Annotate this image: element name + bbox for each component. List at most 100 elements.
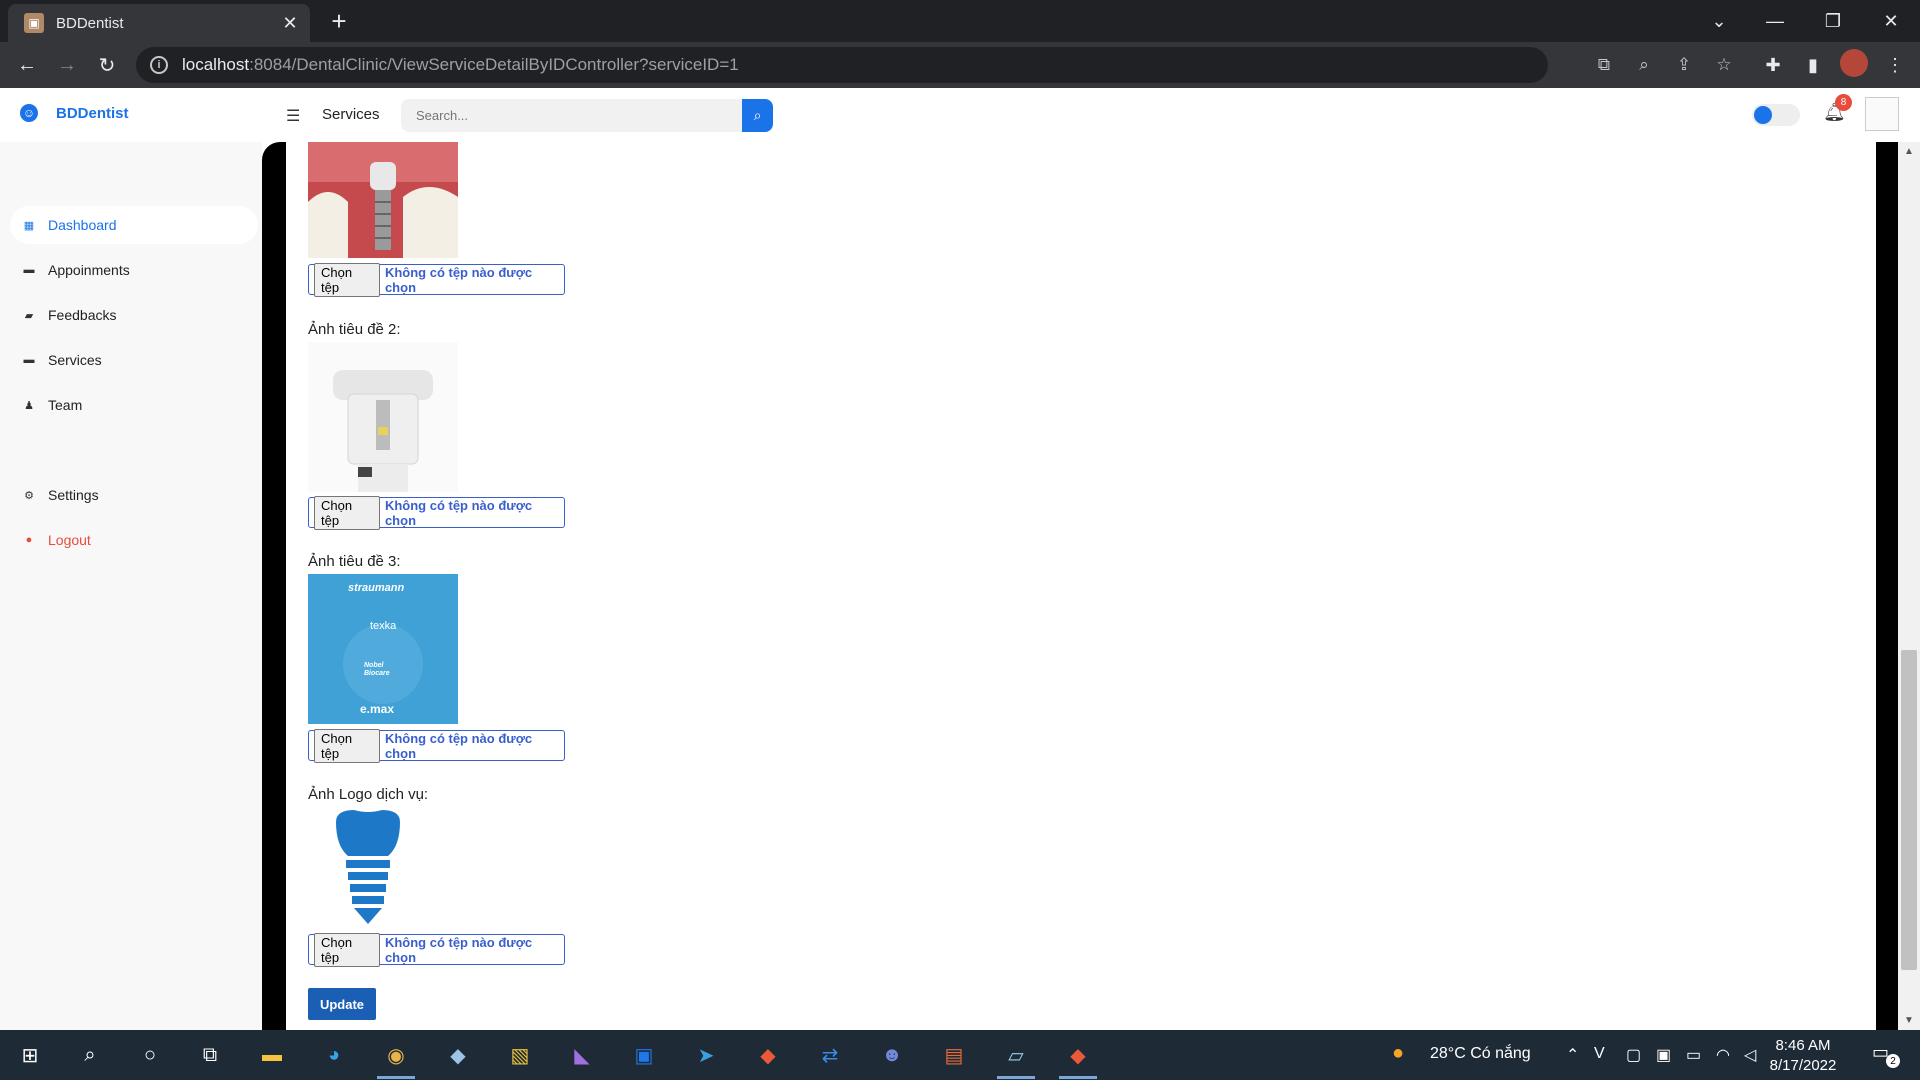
update-button[interactable]: Update	[308, 988, 376, 1020]
sidebar-item-services[interactable]: ▬ Services	[10, 341, 258, 379]
teamviewer-icon[interactable]: ⇄	[814, 1039, 846, 1071]
briefcase-icon: ▬	[23, 354, 35, 366]
site-info-icon[interactable]: i	[150, 56, 168, 74]
address-bar[interactable]: i localhost:8084/DentalClinic/ViewServic…	[136, 47, 1732, 83]
image3-file-input[interactable]: Chọn tệp Không có tệp nào được chọn	[308, 728, 565, 763]
bookmark-star-icon[interactable]: ☆	[1712, 53, 1736, 77]
page-scrollbar[interactable]: ▲ ▼	[1898, 142, 1920, 1030]
choose-file-button[interactable]: Chọn tệp	[314, 932, 380, 967]
task-view-icon[interactable]: ⧉	[194, 1039, 226, 1071]
translate-icon[interactable]: ⧉	[1592, 53, 1616, 77]
close-window-button[interactable]: ✕	[1868, 0, 1914, 42]
tray-chevron-icon[interactable]: ⌃	[1566, 1045, 1579, 1065]
url-path: :8084/DentalClinic/ViewServiceDetailByID…	[249, 55, 739, 74]
visual-studio-icon[interactable]: ◣	[566, 1039, 598, 1071]
share-icon[interactable]: ⇪	[1672, 53, 1696, 77]
clock-time: 8:46 AM	[1775, 1037, 1831, 1054]
zoom-icon[interactable]: ⌕	[1632, 53, 1656, 77]
windows-start-icon[interactable]: ⊞	[14, 1039, 46, 1071]
sidebar-item-feedbacks[interactable]: ▰ Feedbacks	[10, 296, 258, 334]
app-header: ☺ BDDentist ☰ Services ⌕ 🔔︎ 8	[0, 88, 1920, 142]
back-icon[interactable]: ←	[12, 50, 42, 80]
git-icon[interactable]: ◆	[752, 1039, 784, 1071]
search-button[interactable]: ⌕	[742, 99, 773, 132]
zalo-icon[interactable]: ▣	[628, 1039, 660, 1071]
virtualbox-icon[interactable]: ◆	[442, 1039, 474, 1071]
volume-icon[interactable]: ◁	[1744, 1045, 1756, 1065]
file-explorer-icon[interactable]: ▬	[256, 1039, 288, 1071]
sidebar-item-label: Services	[48, 352, 102, 368]
brand-nobel: Nobel Biocare	[364, 662, 390, 677]
side-panel-icon[interactable]: ▮	[1798, 50, 1828, 80]
browser-tab[interactable]: ▣ BDDentist ✕	[8, 4, 310, 42]
menu-toggle-icon[interactable]: ☰	[286, 106, 300, 126]
wifi-icon[interactable]: ◠	[1716, 1045, 1730, 1065]
restore-button[interactable]: ❐	[1810, 0, 1856, 42]
forward-icon[interactable]: →	[52, 50, 82, 80]
unikey-icon[interactable]: ▤	[938, 1039, 970, 1071]
calendar-icon: ▬	[23, 264, 35, 276]
notifications-bell-icon[interactable]: 🔔︎ 8	[1823, 94, 1852, 123]
taskbar-clock[interactable]: 8:46 AM 8/17/2022	[1758, 1036, 1848, 1076]
image3-label: Ảnh tiêu đề 3:	[308, 553, 401, 570]
search-input[interactable]	[401, 99, 742, 132]
excel-icon[interactable]: ▧	[504, 1039, 536, 1071]
notification-badge: 8	[1835, 94, 1852, 111]
tray-display-icon[interactable]: ▣	[1656, 1045, 1671, 1065]
logo-file-input[interactable]: Chọn tệp Không có tệp nào được chọn	[308, 932, 565, 967]
reload-icon[interactable]: ↻	[92, 50, 122, 80]
chrome-active-indicator	[377, 1076, 415, 1079]
sidebar-item-label: Logout	[48, 532, 91, 548]
scroll-thumb[interactable]	[1901, 650, 1917, 970]
sidebar-item-team[interactable]: ♟ Team	[10, 386, 258, 424]
scroll-up-icon[interactable]: ▲	[1904, 146, 1914, 157]
grid-icon: ▦	[23, 219, 35, 232]
no-file-text: Không có tệp nào được chọn	[384, 934, 533, 965]
extensions-icon[interactable]: ✚	[1758, 50, 1788, 80]
telegram-icon[interactable]: ➤	[690, 1039, 722, 1071]
image1-file-input[interactable]: Chọn tệp Không có tệp nào được chọn	[308, 262, 565, 297]
profile-avatar[interactable]	[1840, 49, 1868, 77]
edge-icon[interactable]: ◕	[318, 1039, 350, 1071]
search-icon[interactable]: ⌕	[74, 1039, 106, 1071]
tab-close-icon[interactable]: ✕	[280, 13, 300, 33]
choose-file-button[interactable]: Chọn tệp	[314, 262, 380, 297]
image2-file-input[interactable]: Chọn tệp Không có tệp nào được chọn	[308, 495, 565, 530]
notepad-icon[interactable]: ▱	[1000, 1039, 1032, 1071]
title-image-1	[308, 142, 458, 258]
sidebar-item-settings[interactable]: ⚙ Settings	[10, 476, 258, 514]
battery-icon[interactable]: ▭	[1686, 1045, 1701, 1065]
action-center-icon[interactable]: ▭ 2	[1872, 1042, 1900, 1068]
weather-text[interactable]: 28°C Có nắng	[1430, 1045, 1531, 1063]
smile-logo-icon: ☺	[20, 104, 38, 122]
sidebar-item-appoinments[interactable]: ▬ Appoinments	[10, 251, 258, 289]
sidebar: ▦ Dashboard ▬ Appoinments ▰ Feedbacks ▬ …	[0, 142, 262, 1030]
scroll-down-icon[interactable]: ▼	[1904, 1015, 1914, 1026]
weather-sun-icon[interactable]: ●	[1392, 1042, 1404, 1065]
cortana-icon[interactable]: ○	[134, 1039, 166, 1071]
brand[interactable]: ☺ BDDentist	[20, 104, 129, 122]
choose-file-button[interactable]: Chọn tệp	[314, 495, 380, 530]
tray-v-icon[interactable]: V	[1594, 1045, 1605, 1063]
image2-label: Ảnh tiêu đề 2:	[308, 321, 401, 338]
service-edit-form: Chọn tệp Không có tệp nào được chọn Ảnh …	[286, 142, 1876, 1030]
users-icon: ♟	[24, 399, 34, 412]
clock-date: 8/17/2022	[1769, 1057, 1837, 1074]
chat-icon: ▰	[24, 309, 34, 322]
sidebar-item-dashboard[interactable]: ▦ Dashboard	[10, 206, 258, 244]
git-gui-icon[interactable]: ◆	[1062, 1039, 1094, 1071]
new-tab-button[interactable]: +	[324, 6, 354, 36]
url-host: localhost	[182, 55, 250, 74]
user-avatar[interactable]	[1865, 97, 1899, 131]
chrome-icon[interactable]: ◉	[380, 1039, 412, 1071]
menu-dots-icon[interactable]: ⋮	[1880, 50, 1910, 80]
sidebar-item-logout[interactable]: ● Logout	[10, 521, 258, 559]
no-file-text: Không có tệp nào được chọn	[384, 730, 533, 761]
theme-toggle[interactable]	[1752, 104, 1800, 126]
choose-file-button[interactable]: Chọn tệp	[314, 728, 380, 763]
tab-search-icon[interactable]: ⌄	[1696, 0, 1742, 42]
discord-icon[interactable]: ☻	[876, 1039, 908, 1071]
minimize-button[interactable]: —	[1752, 0, 1798, 42]
tab-title: BDDentist	[56, 14, 124, 32]
tray-meet-icon[interactable]: ▢	[1626, 1045, 1641, 1065]
